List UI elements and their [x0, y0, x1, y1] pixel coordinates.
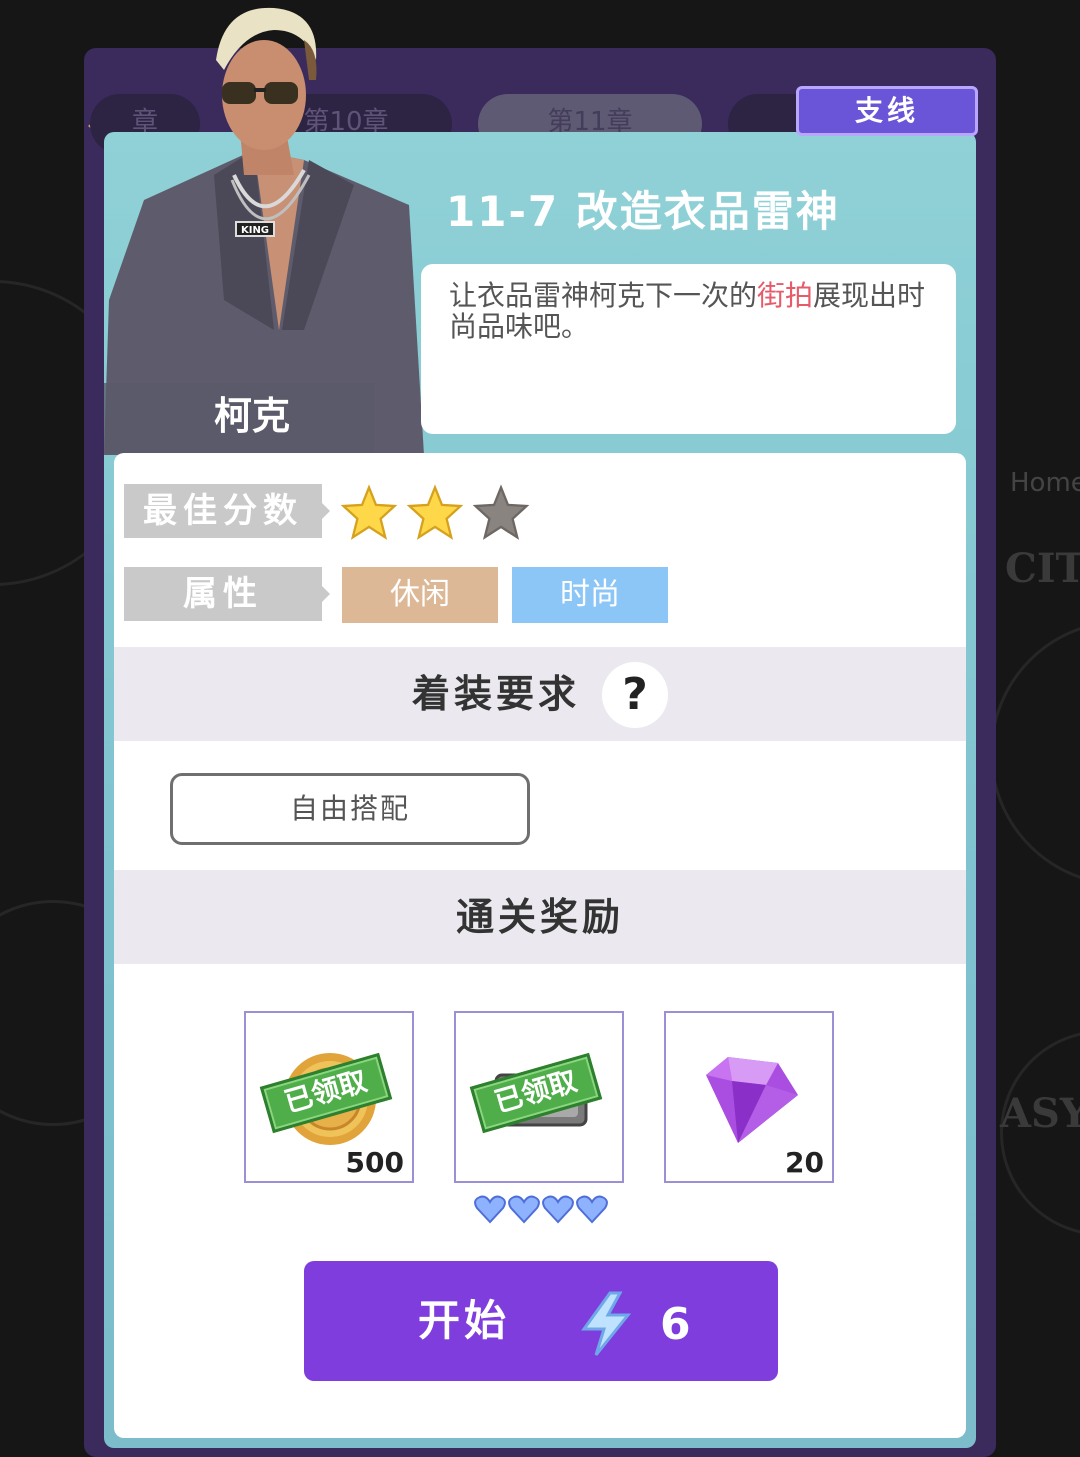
level-title: 11-7 改造衣品雷神 [446, 187, 840, 236]
star-empty-icon [472, 484, 530, 540]
star-filled-icon [406, 484, 464, 540]
star-filled-icon [340, 484, 398, 540]
start-button-label: 开始 [418, 1296, 511, 1345]
best-score-label: 最佳分数 [124, 484, 330, 538]
map-label-city: CIT [1005, 545, 1080, 592]
branch-badge[interactable]: 支线 [796, 86, 978, 136]
affection-hearts [474, 1194, 608, 1224]
dress-requirement-header: 着装要求 [114, 647, 966, 741]
clear-reward-title: 通关奖励 [455, 895, 624, 939]
reward-quantity: 500 [345, 1146, 404, 1179]
attribute-tag-fashion: 时尚 [512, 567, 668, 623]
energy-bolt-icon [581, 1291, 632, 1356]
attribute-label: 属性 [124, 567, 330, 621]
map-label-asy: ASY [1000, 1090, 1080, 1137]
reward-item-diamond[interactable]: 20 [664, 1011, 834, 1183]
reward-quantity: 20 [785, 1146, 824, 1179]
description-text: 让衣品雷神柯克下一次的 [449, 279, 758, 312]
start-button[interactable]: 开始 6 [304, 1261, 778, 1381]
dress-requirement-title: 着装要求 [411, 672, 580, 716]
necklace-tag-text: KING [241, 225, 269, 236]
heart-icon [508, 1195, 540, 1224]
heart-icon [542, 1195, 574, 1224]
best-score-stars [340, 484, 530, 542]
clear-reward-header: 通关奖励 [114, 870, 966, 964]
attribute-tag-casual: 休闲 [342, 567, 498, 623]
help-button[interactable]: ? [602, 662, 668, 728]
description-highlight: 街拍 [757, 279, 814, 312]
energy-cost: 6 [660, 1299, 691, 1350]
level-description: 让衣品雷神柯克下一次的街拍展现出时尚品味吧。 [421, 264, 956, 434]
map-label-home: Home [1010, 468, 1080, 498]
heart-icon [576, 1195, 608, 1224]
heart-icon [474, 1195, 506, 1224]
character-name: 柯克 [104, 383, 374, 453]
free-match-requirement: 自由搭配 [170, 773, 530, 845]
reward-item-coins[interactable]: 已领取 500 [244, 1011, 414, 1183]
reward-item-card[interactable]: 已领取 [454, 1011, 624, 1183]
